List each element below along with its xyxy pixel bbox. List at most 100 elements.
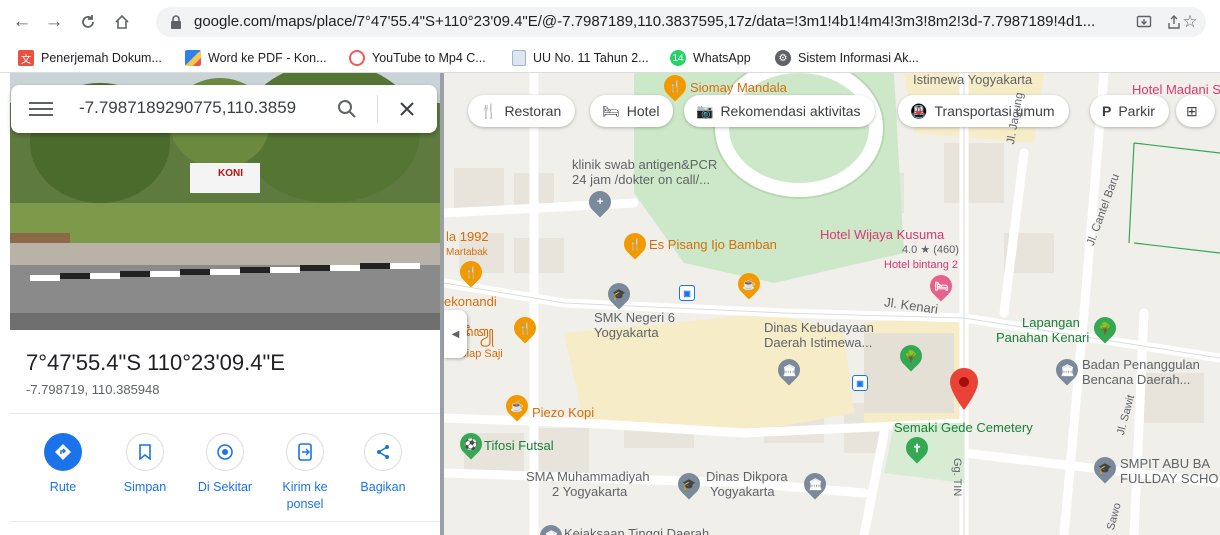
bookmark-star-icon[interactable]: ☆ <box>1178 10 1202 34</box>
place-label-smk-sub: Yogyakarta <box>594 325 659 340</box>
bookmark-label: WhatsApp <box>693 51 751 65</box>
place-label-istimewa: Istimewa Yogyakarta <box>913 73 1033 87</box>
place-label-lapangan-sub: Panahan Kenari <box>996 330 1090 345</box>
street-label-gg-tin: Gg. TIN <box>951 458 963 497</box>
place-coordinates: -7.798719, 110.385948 <box>26 382 160 397</box>
place-label-smpit[interactable]: SMPIT ABU BA <box>1120 457 1210 471</box>
search-box[interactable]: -7.7987189290775,110.3859 <box>11 85 437 133</box>
whatsapp-icon: 14 <box>670 50 686 66</box>
divider <box>10 521 440 522</box>
place-label-dinas-kebudayaan-sub: Daerah Istimewa... <box>764 335 873 350</box>
place-label-sma-sub: 2 Yogyakarta <box>552 484 628 499</box>
url-text[interactable]: google.com/maps/place/7°47'55.4"S+110°23… <box>194 13 1124 30</box>
bookmark-item[interactable]: 文 Penerjemah Dokum... <box>18 50 162 66</box>
home-icon[interactable] <box>110 10 134 34</box>
hotel-class: Hotel bintang 2 <box>884 259 958 271</box>
place-label-hotel-madani[interactable]: Hotel Madani S <box>1132 83 1220 97</box>
chip-parkir[interactable]: P Parkir <box>1090 95 1169 127</box>
parking-icon: P <box>1102 103 1112 119</box>
koni-sign: KONI <box>218 168 243 179</box>
place-label-siomay[interactable]: Siomay Mandala <box>690 81 787 95</box>
bookmark-item[interactable]: Word ke PDF - Kon... <box>185 50 327 66</box>
action-label: Simpan <box>123 480 167 494</box>
address-bar[interactable]: google.com/maps/place/7°47'55.4"S+110°23… <box>156 7 1206 37</box>
chip-label: Transportasi umum <box>934 103 1055 119</box>
place-label-klinik[interactable]: klinik swab antigen&PCR <box>572 158 717 172</box>
share-icon <box>364 433 402 471</box>
map-canvas[interactable]: 🍴 Restoran 🛏 Hotel 📷 Rekomendasi aktivitas … <box>444 73 1220 535</box>
camera-icon: 📷 <box>696 102 714 119</box>
action-label: Kirim ke ponsel <box>282 480 328 511</box>
place-label-dinas-kebudayaan[interactable]: Dinas Kebudayaan <box>764 321 874 335</box>
bookmark-item[interactable]: UU No. 11 Tahun 2... <box>512 50 649 66</box>
place-label-martabak: Martabak <box>446 247 488 258</box>
converter-icon <box>349 50 365 66</box>
place-label-dinas-dikpora[interactable]: Dinas Dikpora <box>706 470 788 484</box>
document-icon <box>512 50 526 66</box>
restaurant-icon: 🍴 <box>480 102 498 119</box>
chip-hotel[interactable]: 🛏 Hotel <box>590 95 674 127</box>
place-label-tifosi[interactable]: Tifosi Futsal <box>484 439 554 453</box>
chip-label: Parkir <box>1118 103 1155 119</box>
place-label-badan-sub: Bencana Daerah... <box>1082 372 1191 387</box>
search-divider <box>377 95 378 123</box>
nearby-button[interactable]: Di Sekitar <box>190 433 260 496</box>
directions-icon <box>44 433 82 471</box>
bookmark-item[interactable]: ⚙ Sistem Informasi Ak... <box>775 50 919 66</box>
collapse-panel-button[interactable]: ◀ <box>444 310 467 358</box>
place-label-sma[interactable]: SMA Muhammadiyah <box>526 470 650 484</box>
bookmark-label: Penerjemah Dokum... <box>41 51 162 65</box>
menu-icon[interactable] <box>29 99 53 119</box>
place-label-kejaksaan[interactable]: Kejaksaan Tinggi Daerah <box>564 527 709 535</box>
place-label-hotel-wijaya[interactable]: Hotel Wijaya Kusuma <box>820 228 944 242</box>
search-input[interactable]: -7.7987189290775,110.3859 <box>79 98 319 118</box>
bookmark-label: Sistem Informasi Ak... <box>798 51 919 65</box>
bookmark-item[interactable]: 14 WhatsApp <box>670 50 751 66</box>
bookmark-item[interactable]: YouTube to Mp4 C... <box>349 50 486 66</box>
place-label-smpit-sub: FULLDAY SCHO <box>1120 471 1219 486</box>
bookmark-label: Word ke PDF - Kon... <box>208 51 327 65</box>
share-button[interactable]: Bagikan <box>348 433 418 496</box>
search-icon[interactable] <box>335 97 359 121</box>
place-panel: KONI -7.7987189290775,110.3859 7°47'55.4… <box>0 73 440 535</box>
action-label: Rute <box>49 480 77 494</box>
send-to-phone-button[interactable]: Kirim ke ponsel <box>270 433 340 513</box>
bookmarks-bar: 文 Penerjemah Dokum... Word ke PDF - Kon.… <box>0 44 1220 73</box>
place-label-badan[interactable]: Badan Penanggulan <box>1082 358 1200 372</box>
bookmark-icon <box>126 433 164 471</box>
bus-stop-icon[interactable]: ▣ <box>679 285 695 301</box>
bus-stop-icon[interactable]: ▣ <box>852 375 868 391</box>
place-label-semaki[interactable]: Semaki Gede Cemetery <box>894 421 1033 435</box>
place-label-lapangan[interactable]: Lapangan <box>1022 316 1080 330</box>
place-title: 7°47'55.4"S 110°23'09.4"E <box>26 350 285 375</box>
action-label: Di Sekitar <box>197 480 253 494</box>
ilovepdf-icon <box>185 50 201 66</box>
bookmark-label: YouTube to Mp4 C... <box>372 51 486 65</box>
back-icon[interactable]: ← <box>10 10 34 34</box>
chip-label: Restoran <box>504 103 562 119</box>
place-label-piezo[interactable]: Piezo Kopi <box>532 406 594 420</box>
save-button[interactable]: Simpan <box>110 433 180 496</box>
hotel-rating: 4.0 ★ (460) <box>902 244 959 256</box>
bookmark-label: UU No. 11 Tahun 2... <box>533 51 649 65</box>
chip-restoran[interactable]: 🍴 Restoran <box>468 95 576 127</box>
place-label-la1992[interactable]: la 1992 <box>446 230 489 244</box>
place-label-smk[interactable]: SMK Negeri 6 <box>594 311 675 325</box>
place-label-ekonandi[interactable]: ekonandi <box>444 295 497 309</box>
close-icon[interactable] <box>395 97 419 121</box>
place-label-es-pisang[interactable]: Es Pisang Ijo Bamban <box>649 238 777 252</box>
send-to-phone-icon <box>286 433 324 471</box>
reload-icon[interactable] <box>76 10 100 34</box>
chip-label: Rekomendasi aktivitas <box>720 103 861 119</box>
place-label-klinik-sub: 24 jam /dokter on call/... <box>572 172 711 187</box>
chip-more[interactable]: ⊞ <box>1176 95 1215 127</box>
directions-button[interactable]: Rute <box>28 433 98 496</box>
nearby-icon <box>206 433 244 471</box>
chip-rekomendasi[interactable]: 📷 Rekomendasi aktivitas <box>684 95 875 127</box>
install-app-icon[interactable] <box>1134 12 1154 32</box>
browser-toolbar: ← → google.com/maps/place/7°47'55.4"S+11… <box>0 0 1220 44</box>
chip-transportasi[interactable]: 🚇 Transportasi umum <box>898 95 1069 127</box>
translate-doc-icon: 文 <box>18 50 34 66</box>
forward-icon[interactable]: → <box>42 10 66 34</box>
transit-icon: 🚇 <box>910 102 928 119</box>
